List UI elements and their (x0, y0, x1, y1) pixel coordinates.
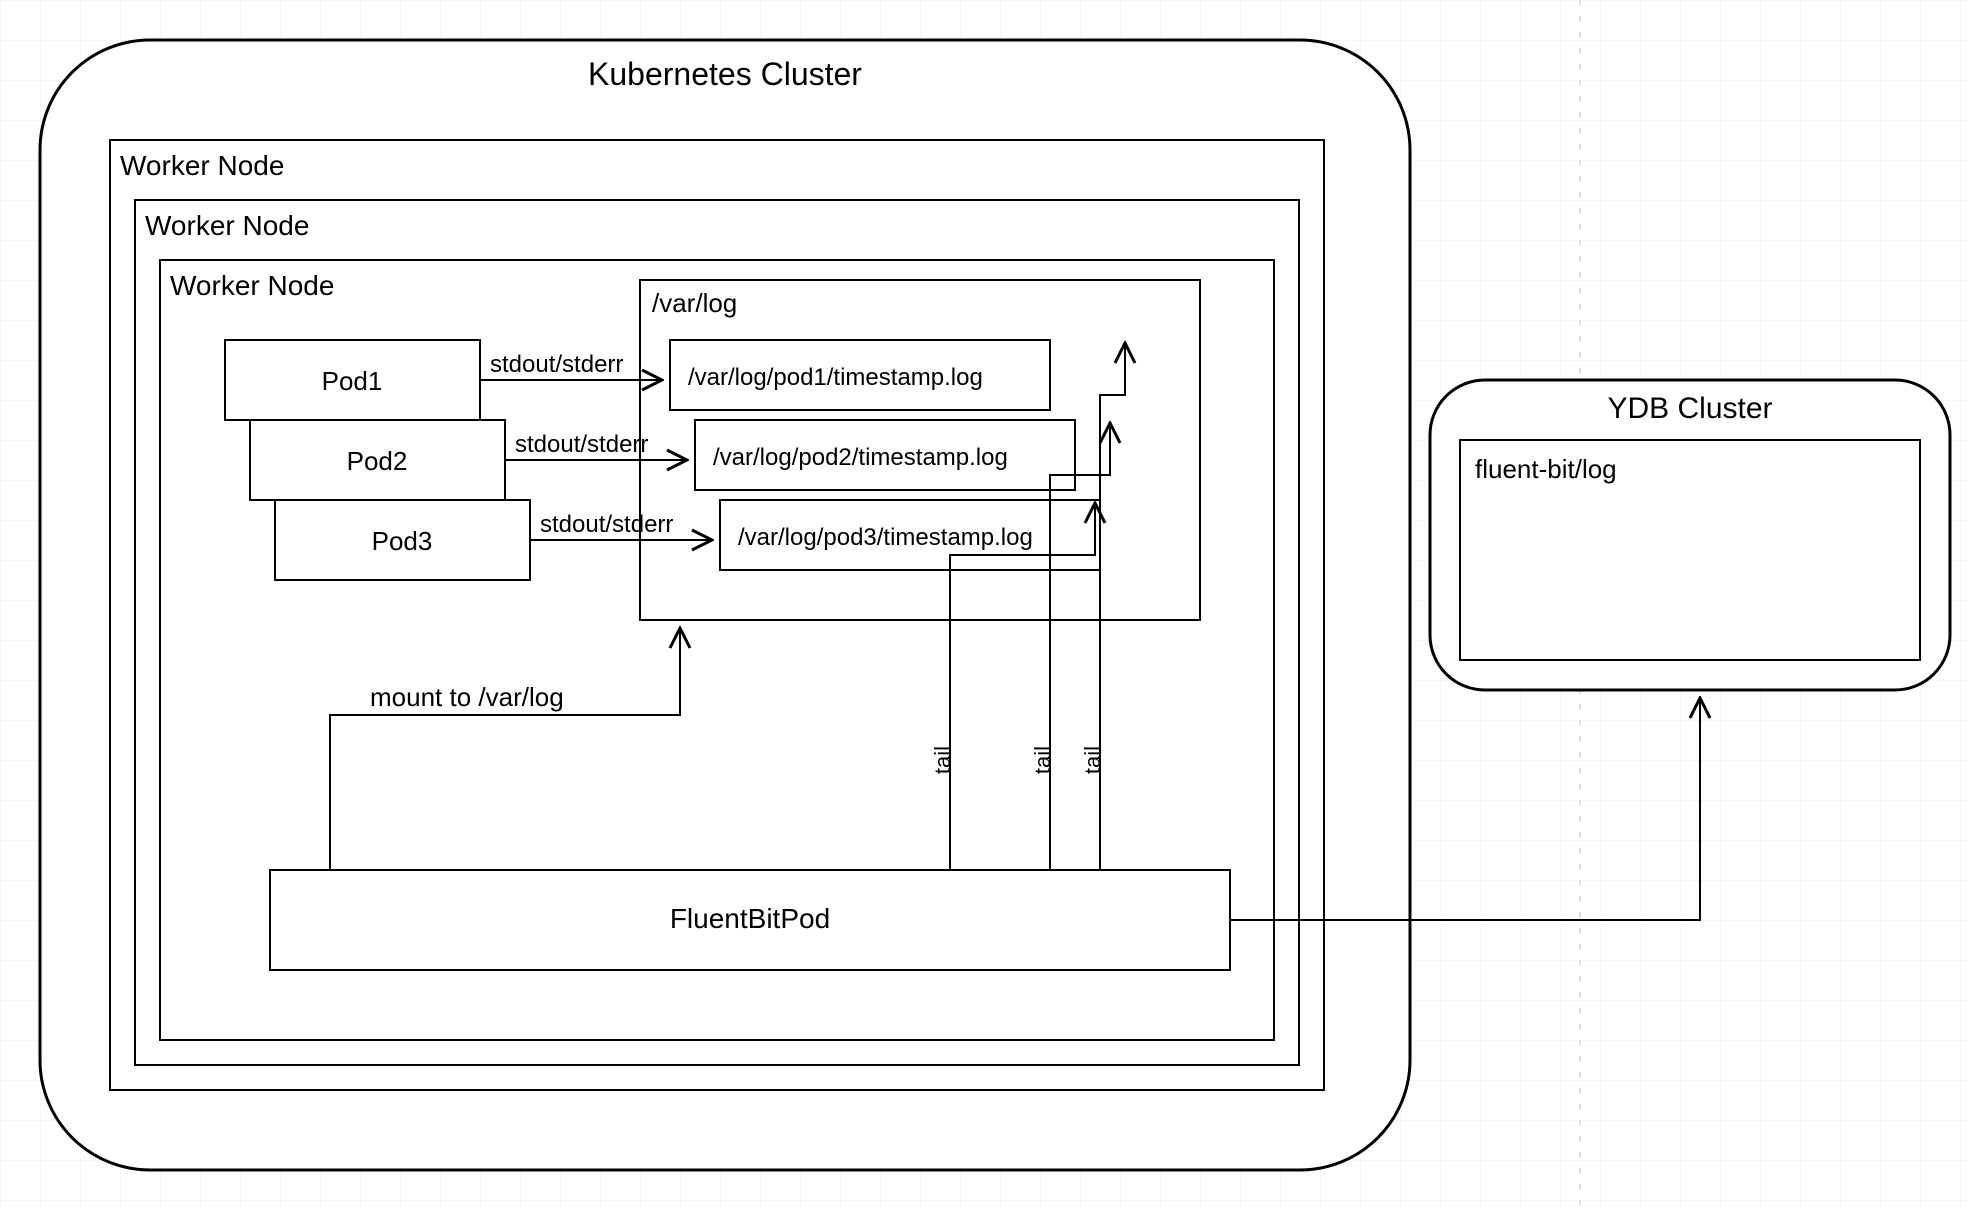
tail1: tail (930, 746, 955, 774)
stdio1: stdout/stderr (490, 351, 623, 378)
stdio2: stdout/stderr (515, 431, 648, 458)
tail3: tail (1080, 746, 1105, 774)
pod2-label: Pod2 (347, 446, 408, 476)
logfile2: /var/log/pod2/timestamp.log (713, 444, 1008, 471)
logfile1: /var/log/pod1/timestamp.log (688, 364, 983, 391)
worker-node-mid-label: Worker Node (145, 210, 309, 241)
stdio3: stdout/stderr (540, 511, 673, 538)
pod1-label: Pod1 (322, 366, 383, 396)
architecture-diagram: Kubernetes Cluster Worker Node Worker No… (0, 0, 1968, 1208)
pod3-label: Pod3 (372, 526, 433, 556)
logfile3: /var/log/pod3/timestamp.log (738, 524, 1033, 551)
fluentbit-label: FluentBitPod (670, 903, 830, 934)
worker-node-outer-label: Worker Node (120, 150, 284, 181)
worker-node-inner-label: Worker Node (170, 270, 334, 301)
ydb-title: YDB Cluster (1607, 392, 1772, 425)
mount-label: mount to /var/log (370, 682, 564, 712)
k8s-cluster-title: Kubernetes Cluster (588, 56, 862, 92)
ydb-inner-label: fluent-bit/log (1475, 454, 1617, 484)
varlog-title: /var/log (652, 288, 737, 318)
tail2: tail (1030, 746, 1055, 774)
